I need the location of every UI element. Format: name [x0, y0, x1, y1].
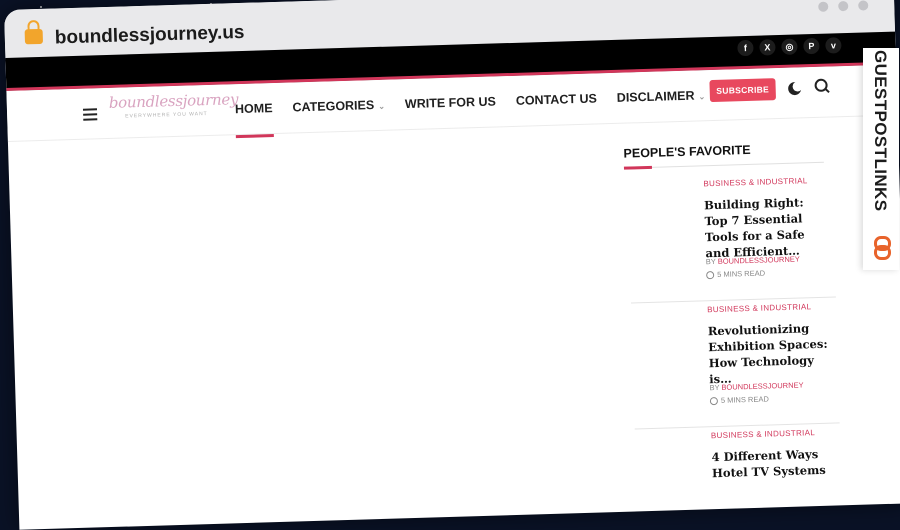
social-links: f X ◎ P v	[737, 37, 842, 57]
clock-icon	[709, 396, 719, 405]
site-logo[interactable]: boundlessjourney EVERYWHERE YOU WANT	[109, 90, 239, 128]
nav-item-home[interactable]: HOME	[235, 101, 273, 116]
clock-icon	[706, 270, 715, 279]
nav-menu: HOME CATEGORIES ⌄ WRITE FOR US CONTACT US…	[235, 88, 706, 117]
post-title[interactable]: Revolutionizing Exhibition Spaces: How T…	[708, 320, 834, 388]
subscribe-button[interactable]: SUBSCRIBE	[709, 78, 777, 103]
chain-link-icon	[874, 236, 891, 260]
sidebar-divider	[623, 161, 824, 169]
nav-item-label: HOME	[234, 101, 273, 117]
star	[40, 6, 42, 8]
watermark-text: GUESTPOSTLINKS	[871, 50, 890, 212]
chevron-down-icon: ⌄	[378, 101, 386, 111]
window-dot-icon[interactable]	[858, 0, 869, 11]
window-dot-icon[interactable]	[818, 1, 829, 12]
pinterest-icon[interactable]: P	[803, 37, 820, 55]
hamburger-menu-icon[interactable]	[82, 108, 98, 121]
nav-item-label: CONTACT US	[515, 91, 598, 108]
nav-item-disclaimer[interactable]: DISCLAIMER ⌄	[617, 88, 706, 105]
sidebar-title: PEOPLE'S FAVORITE	[623, 142, 751, 161]
author-link[interactable]: BOUNDLESSJOURNEY	[721, 380, 803, 391]
post-title[interactable]: 4 Different Ways Hotel TV Systems	[711, 446, 836, 482]
nav-item-label: CATEGORIES	[292, 98, 375, 115]
list-item[interactable]: BUSINESS & INDUSTRIAL Revolutionizing Ex…	[631, 301, 841, 430]
read-time-label: 5 MINS READ	[717, 268, 766, 279]
vimeo-icon[interactable]: v	[825, 37, 842, 54]
author-prefix: BY	[709, 382, 720, 393]
nav-item-write-for-us[interactable]: WRITE FOR US	[405, 94, 496, 111]
read-time: 5 MINS READ	[706, 269, 765, 280]
chevron-down-icon: ⌄	[698, 92, 706, 102]
search-icon[interactable]	[814, 78, 828, 92]
logo-tagline: EVERYWHERE YOU WANT	[125, 111, 208, 120]
facebook-icon[interactable]: f	[737, 39, 754, 57]
post-category[interactable]: BUSINESS & INDUSTRIAL	[711, 428, 815, 440]
list-item[interactable]: BUSINESS & INDUSTRIAL 4 Different Ways H…	[635, 427, 845, 529]
logo-text: boundlessjourney	[108, 90, 239, 112]
post-author: BY BOUNDLESSJOURNEY	[706, 255, 800, 267]
address-bar[interactable]: boundlessjourney.us	[55, 22, 245, 50]
author-prefix: BY	[705, 257, 716, 267]
post-title[interactable]: Building Right: Top 7 Essential Tools fo…	[704, 194, 830, 262]
post-category[interactable]: BUSINESS & INDUSTRIAL	[703, 176, 807, 188]
read-time-label: 5 MINS READ	[720, 394, 769, 405]
guestpostlinks-watermark: GUESTPOSTLINKS	[863, 48, 899, 270]
window-controls	[818, 0, 869, 12]
nav-item-contact-us[interactable]: CONTACT US	[516, 91, 597, 107]
lock-icon	[24, 28, 44, 45]
list-item[interactable]: BUSINESS & INDUSTRIAL Building Right: To…	[627, 175, 837, 304]
author-link[interactable]: BOUNDLESSJOURNEY	[718, 255, 800, 266]
browser-window: boundlessjourney.us f X ◎ P v boundlessj…	[4, 0, 900, 530]
window-dot-icon[interactable]	[838, 0, 849, 12]
nav-item-label: DISCLAIMER	[616, 88, 695, 105]
post-category[interactable]: BUSINESS & INDUSTRIAL	[707, 302, 811, 314]
nav-item-label: WRITE FOR US	[404, 94, 497, 112]
dark-mode-toggle-icon[interactable]	[792, 81, 802, 91]
instagram-icon[interactable]: ◎	[781, 38, 798, 55]
x-icon[interactable]: X	[759, 39, 776, 56]
read-time: 5 MINS READ	[709, 394, 769, 405]
nav-item-categories[interactable]: CATEGORIES ⌄	[292, 98, 386, 115]
post-author: BY BOUNDLESSJOURNEY	[709, 380, 803, 392]
